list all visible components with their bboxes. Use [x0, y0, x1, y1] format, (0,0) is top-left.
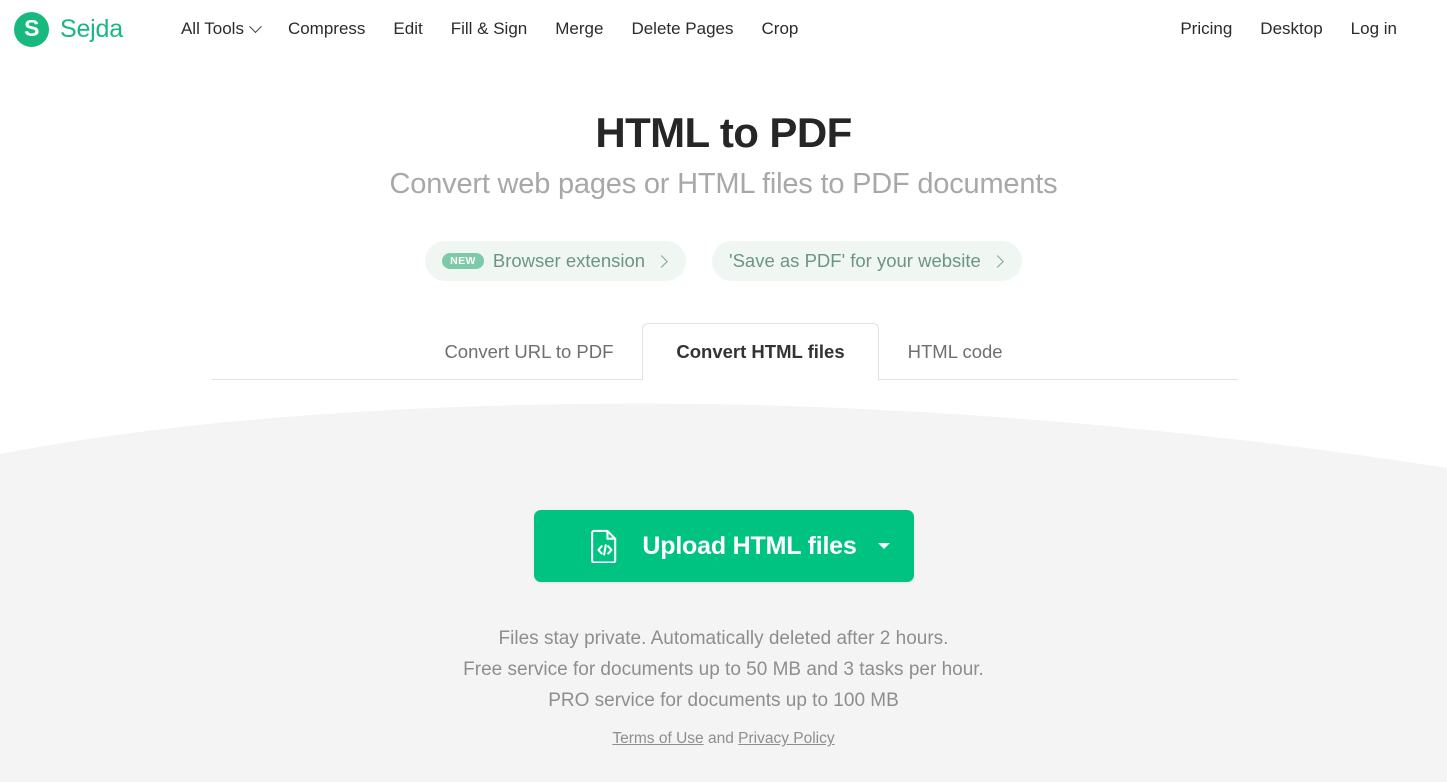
nav-item-delete-pages[interactable]: Delete Pages: [617, 13, 747, 45]
nav-item-log-in[interactable]: Log in: [1337, 13, 1411, 45]
brand-logo-link[interactable]: S Sejda: [14, 11, 123, 47]
upload-panel: Upload HTML files Files stay private. Au…: [0, 402, 1447, 782]
nav-item-all-tools-label: All Tools: [180, 19, 244, 38]
file-code-icon: [591, 529, 617, 563]
brand-name: Sejda: [60, 14, 123, 43]
tab-bar: Convert URL to PDF Convert HTML files HT…: [0, 322, 1447, 382]
service-note-privacy: Files stay private. Automatically delete…: [498, 628, 949, 649]
legal-conjunction: and: [703, 730, 739, 748]
nav-item-crop[interactable]: Crop: [748, 13, 813, 45]
sejda-logo-icon: S: [14, 11, 49, 47]
upload-html-files-button[interactable]: Upload HTML files: [533, 510, 914, 582]
chevron-right-icon: [990, 254, 1004, 268]
promo-save-as-pdf-label: 'Save as PDF' for your website: [729, 250, 981, 272]
caret-down-icon[interactable]: [877, 543, 890, 549]
service-notes: Files stay private. Automatically delete…: [0, 624, 1447, 716]
site-header: S Sejda All Tools Compress Edit Fill & S…: [0, 0, 1447, 58]
service-note-free: Free service for documents up to 50 MB a…: [463, 658, 984, 680]
chevron-right-icon: [655, 254, 668, 268]
page-title: HTML to PDF: [595, 109, 852, 156]
tab-convert-html-files[interactable]: Convert HTML files: [642, 323, 879, 382]
tab-convert-url-to-pdf[interactable]: Convert URL to PDF: [415, 323, 642, 380]
new-badge: NEW: [442, 252, 484, 270]
nav-item-all-tools[interactable]: All Tools: [167, 13, 274, 45]
promo-browser-extension-label: Browser extension: [492, 250, 646, 272]
nav-item-desktop[interactable]: Desktop: [1246, 13, 1336, 45]
nav-item-compress[interactable]: Compress: [274, 13, 379, 45]
service-note-pro: PRO service for documents up to 100 MB: [548, 689, 899, 711]
legal-links: Terms of Use and Privacy Policy: [0, 730, 1447, 748]
upload-html-files-label: Upload HTML files: [642, 531, 857, 560]
promo-save-as-pdf[interactable]: 'Save as PDF' for your website: [712, 241, 1022, 282]
promo-browser-extension[interactable]: NEW Browser extension: [425, 241, 687, 282]
nav-item-pricing[interactable]: Pricing: [1166, 13, 1246, 45]
terms-of-use-link[interactable]: Terms of Use: [612, 730, 703, 747]
chevron-down-icon: [249, 19, 262, 33]
nav-item-merge[interactable]: Merge: [541, 13, 617, 45]
secondary-navigation: Pricing Desktop Log in: [1166, 13, 1431, 45]
primary-navigation: All Tools Compress Edit Fill & Sign Merg…: [167, 13, 812, 45]
nav-item-fill-and-sign[interactable]: Fill & Sign: [437, 13, 542, 45]
panel-content: Upload HTML files Files stay private. Au…: [0, 402, 1447, 782]
page-subtitle: Convert web pages or HTML files to PDF d…: [389, 168, 1058, 201]
privacy-policy-link[interactable]: Privacy Policy: [738, 730, 834, 747]
nav-item-edit[interactable]: Edit: [379, 13, 436, 45]
tab-html-code[interactable]: HTML code: [879, 323, 1032, 380]
promo-pill-row: NEW Browser extension 'Save as PDF' for …: [0, 241, 1447, 282]
hero-section: HTML to PDF Convert web pages or HTML fi…: [0, 58, 1447, 282]
